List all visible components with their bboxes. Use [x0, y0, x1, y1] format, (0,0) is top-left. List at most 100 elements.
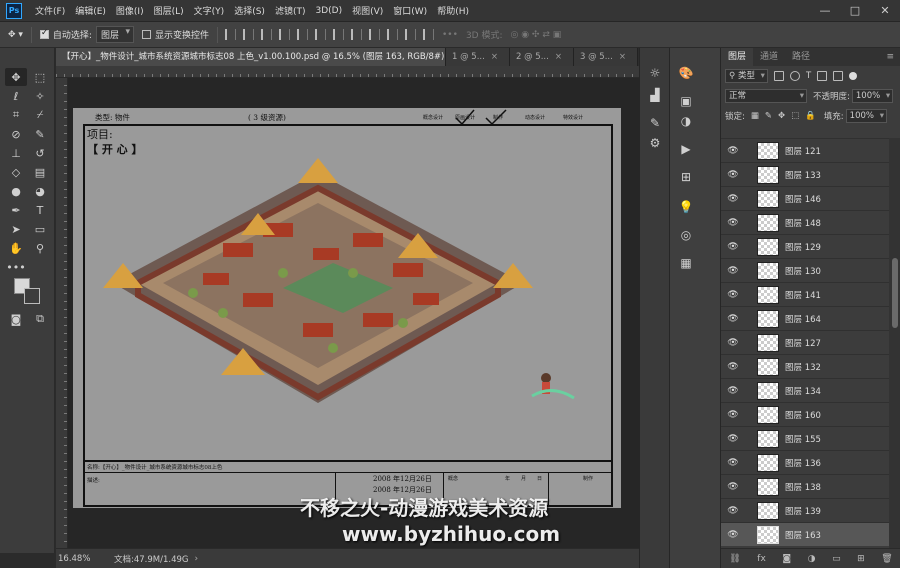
layer-name[interactable]: 图层 130 [785, 265, 821, 277]
layer-thumbnail[interactable] [757, 309, 779, 328]
align-left-icon[interactable] [225, 29, 236, 40]
visibility-eye-icon[interactable]: 👁 [721, 530, 745, 540]
zoom-tool-icon[interactable]: ⚲ [29, 239, 51, 257]
type-filter-icon[interactable]: T [806, 71, 811, 81]
lightbulb-icon[interactable]: 💡 [676, 198, 696, 216]
align-center-icon[interactable] [243, 29, 254, 40]
layer-name[interactable]: 图层 148 [785, 217, 821, 229]
shape-filter-icon[interactable] [817, 71, 828, 81]
status-menu-icon[interactable]: › [195, 554, 199, 564]
glyphs-icon[interactable]: ◎ [676, 226, 696, 244]
layer-row[interactable]: 👁 图层 130 [721, 258, 889, 282]
close-tab-icon[interactable]: × [555, 52, 562, 62]
menu-type[interactable]: 文字(Y) [189, 4, 230, 17]
lock-position-icon[interactable]: ✥ [778, 111, 785, 121]
layer-thumbnail[interactable] [757, 429, 779, 448]
layer-thumbnail[interactable] [757, 357, 779, 376]
visibility-eye-icon[interactable]: 👁 [721, 170, 745, 180]
hand-tool-icon[interactable]: ✋ [5, 239, 27, 257]
zoom-level[interactable]: 16.48% [56, 554, 96, 564]
visibility-eye-icon[interactable]: 👁 [721, 314, 745, 324]
layer-name[interactable]: 图层 121 [785, 145, 821, 157]
brush-settings-icon[interactable]: ✎ [645, 114, 665, 132]
lock-transparent-icon[interactable]: ▦ [751, 111, 759, 121]
panel-menu-icon[interactable]: ≡ [886, 52, 894, 62]
brush-tool-icon[interactable]: ✎ [29, 125, 51, 143]
menu-3d[interactable]: 3D(D) [310, 6, 347, 16]
visibility-eye-icon[interactable]: 👁 [721, 458, 745, 468]
screen-mode-icon[interactable]: ⧉ [29, 310, 51, 328]
path-selection-tool-icon[interactable]: ➤ [5, 220, 27, 238]
layer-style-icon[interactable]: fx [757, 554, 766, 564]
visibility-eye-icon[interactable]: 👁 [721, 242, 745, 252]
close-tab-icon[interactable]: × [491, 52, 498, 62]
pen-tool-icon[interactable]: ✒ [5, 201, 27, 219]
layer-thumbnail[interactable] [757, 405, 779, 424]
layer-name[interactable]: 图层 127 [785, 337, 821, 349]
distribute-center-icon[interactable] [405, 29, 416, 40]
crop-tool-icon[interactable]: ⌗ [5, 106, 27, 124]
layer-row[interactable]: 👁 图层 163 [721, 522, 889, 546]
align-middle-icon[interactable] [297, 29, 308, 40]
lock-artboard-icon[interactable]: ⬚ [791, 111, 799, 121]
clone-stamp-tool-icon[interactable]: ⊥ [5, 144, 27, 162]
adjustments-icon[interactable]: ⚙ [645, 134, 665, 152]
visibility-eye-icon[interactable]: 👁 [721, 506, 745, 516]
blend-mode-dropdown[interactable]: 正常 [725, 89, 807, 103]
color-palette-icon[interactable]: 🎨 [676, 64, 696, 82]
lasso-tool-icon[interactable]: ℓ [5, 87, 27, 105]
distribute-right-icon[interactable] [423, 29, 434, 40]
layer-name[interactable]: 图层 129 [785, 241, 821, 253]
delete-layer-icon[interactable]: 🗑 [881, 554, 892, 564]
layer-name[interactable]: 图层 136 [785, 457, 821, 469]
menu-image[interactable]: 图像(I) [111, 4, 149, 17]
align-right-icon[interactable] [261, 29, 272, 40]
move-tool-icon[interactable]: ✥ [5, 68, 27, 86]
distribute-bottom-icon[interactable] [369, 29, 380, 40]
background-color-swatch[interactable] [24, 288, 40, 304]
layer-row[interactable]: 👁 图层 164 [721, 306, 889, 330]
layer-name[interactable]: 图层 163 [785, 529, 821, 541]
layer-thumbnail[interactable] [757, 501, 779, 520]
align-top-icon[interactable] [279, 29, 290, 40]
new-group-icon[interactable]: ▭ [832, 554, 841, 564]
lock-all-icon[interactable]: 🔒 [805, 111, 816, 121]
layer-name[interactable]: 图层 138 [785, 481, 821, 493]
layer-thumbnail[interactable] [757, 189, 779, 208]
layer-row[interactable]: 👁 图层 136 [721, 450, 889, 474]
visibility-eye-icon[interactable]: 👁 [721, 290, 745, 300]
menu-view[interactable]: 视图(V) [347, 4, 388, 17]
tab-document-3[interactable]: 3 @ 5... × [574, 48, 638, 66]
visibility-eye-icon[interactable]: 👁 [721, 362, 745, 372]
grid-icon[interactable]: ▦ [676, 254, 696, 272]
move-tool-preset-icon[interactable]: ✥ ▾ [8, 30, 23, 40]
actions-icon[interactable]: ▶ [676, 140, 696, 158]
history-brush-tool-icon[interactable]: ↺ [29, 144, 51, 162]
menu-select[interactable]: 选择(S) [229, 4, 270, 17]
navigator-icon[interactable]: ☼ [645, 64, 665, 82]
layer-thumbnail[interactable] [757, 333, 779, 352]
layer-thumbnail[interactable] [757, 285, 779, 304]
layer-row[interactable]: 👁 图层 148 [721, 210, 889, 234]
tab-main-document[interactable]: 【开心】_物件设计_城市系统资源城市标志08 上色_v1.00.100.psd … [56, 48, 446, 66]
edit-toolbar-icon[interactable]: ••• [5, 258, 27, 276]
opacity-input[interactable]: 100% [851, 89, 894, 103]
rectangle-tool-icon[interactable]: ▭ [29, 220, 51, 238]
layer-row[interactable]: 👁 图层 132 [721, 354, 889, 378]
layer-row[interactable]: 👁 图层 121 [721, 138, 889, 162]
orbit-3d-icon[interactable]: ◎ ◉ ✣ ⇄ ▣ [511, 30, 562, 40]
type-tool-icon[interactable]: T [29, 201, 51, 219]
properties-icon[interactable]: ▣ [676, 92, 696, 110]
filter-toggle-icon[interactable] [849, 72, 858, 80]
layer-thumbnail[interactable] [757, 381, 779, 400]
menu-window[interactable]: 窗口(W) [388, 4, 432, 17]
layer-row[interactable]: 👁 图层 127 [721, 330, 889, 354]
layer-name[interactable]: 图层 132 [785, 361, 821, 373]
layer-row[interactable]: 👁 图层 160 [721, 402, 889, 426]
fill-input[interactable]: 100% [845, 109, 887, 123]
layer-row[interactable]: 👁 图层 141 [721, 282, 889, 306]
menu-file[interactable]: 文件(F) [30, 4, 70, 17]
layer-thumbnail[interactable] [757, 453, 779, 472]
tab-channels[interactable]: 通道 [753, 48, 785, 66]
histogram-icon[interactable]: ▟ [645, 86, 665, 104]
